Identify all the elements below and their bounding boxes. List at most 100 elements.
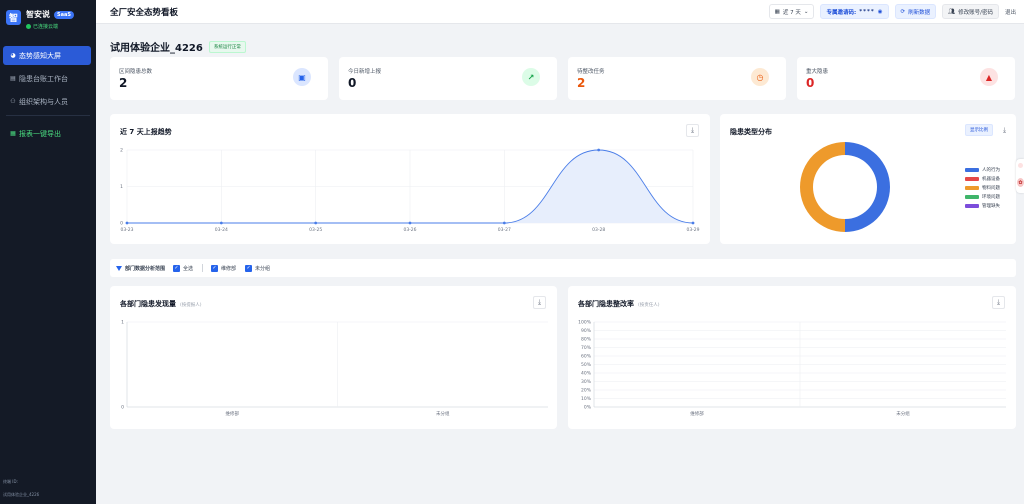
legend-label: 机器设备 <box>982 176 1000 182</box>
trend-point <box>314 221 318 225</box>
clock-icon: ◷ <box>751 68 769 86</box>
change-account-button[interactable]: 👥︎ 修改账号/密码 <box>942 4 999 19</box>
legend-label: 人的行为 <box>982 167 1000 173</box>
refresh-button[interactable]: ⟳ 刷新数据 <box>894 4 937 19</box>
checkbox-maintenance[interactable]: ✓ 维修部 <box>211 264 237 272</box>
legend-swatch <box>965 185 979 190</box>
top-bar-actions: ▦ 近 7 天 ⌄ 专属邀请码: **** ◉ ⟳ 刷新数据 👥︎ 修改账号/密… <box>768 4 1016 19</box>
x-tick-label: 未分组 <box>436 410 450 417</box>
y-tick-label: 100% <box>578 320 592 326</box>
status-dot-icon <box>26 24 31 29</box>
clipboard-icon: ▣ <box>293 68 311 86</box>
show-percent-button[interactable]: 显示比例 <box>965 124 993 136</box>
stat-card-today: 今日新增上报 0 ↗ <box>339 57 557 100</box>
download-icon[interactable]: ⤓ <box>998 124 1011 137</box>
check-icon: ✓ <box>173 264 181 272</box>
y-tick-label: 1 <box>120 184 123 190</box>
pie-legend: 人的行为机器设备物料问题环境问题管理缺失 <box>965 165 1000 210</box>
legend-item[interactable]: 管理缺失 <box>965 201 1000 210</box>
pie-slice <box>800 142 845 232</box>
checkbox-label: 维修部 <box>221 265 237 272</box>
pie-chart <box>800 142 890 232</box>
dept-count-card: 各部门隐患发现量 (按提报人) ⤓ 0 1 维修部 未分组 <box>110 286 557 429</box>
x-tick-label: 维修部 <box>690 410 704 417</box>
checkbox-label: 全选 <box>183 265 194 272</box>
legend-item[interactable]: 机器设备 <box>965 174 1000 183</box>
sidebar-item-org[interactable]: ⚇ 组织架构与人员 <box>3 92 91 111</box>
stat-label: 重大隐患 <box>806 69 829 75</box>
y-tick-label: 30% <box>581 379 592 385</box>
floating-side-tab[interactable]: ✿ <box>1016 159 1024 193</box>
nav-divider <box>6 115 90 116</box>
legend-swatch <box>965 167 979 172</box>
trend-up-icon: ↗ <box>522 68 540 86</box>
document-icon: ▤ <box>10 75 16 82</box>
dept-count-chart: 0 1 维修部 未分组 <box>121 320 548 417</box>
check-icon: ✓ <box>211 264 219 272</box>
trend-point <box>691 221 695 225</box>
logout-button[interactable]: 退出 <box>1005 8 1016 16</box>
warning-icon: ▲ <box>980 68 998 86</box>
date-range-select[interactable]: ▦ 近 7 天 ⌄ <box>768 4 815 19</box>
funnel-icon <box>116 265 122 271</box>
refresh-icon: ⟳ <box>900 8 906 15</box>
sidebar-item-ledger[interactable]: ▤ 隐患台账工作台 <box>3 69 91 88</box>
stat-value: 2 <box>119 76 128 90</box>
user-settings-icon: 👥︎ <box>948 8 956 15</box>
y-tick-label: 1 <box>121 320 124 326</box>
sidebar-item-label: 态势感知大屏 <box>19 51 61 60</box>
legend-label: 环境问题 <box>982 194 1000 200</box>
stat-value: 2 <box>577 76 586 90</box>
checkbox-ungrouped[interactable]: ✓ 未分组 <box>245 264 270 272</box>
eye-icon[interactable]: ◉ <box>878 9 883 15</box>
filter-separator <box>202 264 204 272</box>
brand-name-text: 智安说 <box>26 10 50 19</box>
dept-rate-card: 各部门隐患整改率 (按责任人) ⤓ 0% 10% 20% 30% 40% 50% 60% 70%… <box>568 286 1016 429</box>
invite-code-value: **** <box>859 8 875 15</box>
refresh-label: 刷新数据 <box>908 9 931 16</box>
help-icon[interactable]: ✿ <box>1017 178 1024 187</box>
y-tick-label: 0 <box>120 221 123 227</box>
sidebar-footer: 终端 ID: 试用体验企业_4226 <box>3 479 39 498</box>
legend-swatch <box>965 176 979 181</box>
x-tick-label: 03-27 <box>498 227 511 233</box>
checkbox-select-all[interactable]: ✓ 全选 <box>173 264 194 272</box>
stat-value: 0 <box>348 76 357 90</box>
filter-label: 部门数据分析范围 <box>116 265 165 272</box>
pie-slice <box>845 142 890 232</box>
x-tick-label: 03-26 <box>403 227 416 233</box>
trend-card: 近 7 天上报趋势 ⤓ 0 1 2 03-23 03-24 03-25 03-26 03-27… <box>110 114 710 244</box>
brand-name: 智安说 SaaS <box>26 9 74 20</box>
y-tick-label: 50% <box>581 362 592 368</box>
invite-code-label: 专属邀请码: <box>826 9 857 16</box>
stat-label: 区间隐患总数 <box>119 69 153 75</box>
filter-label-text: 部门数据分析范围 <box>125 265 166 272</box>
brand-logo: 智 <box>6 10 21 25</box>
sidebar-item-label: 组织架构与人员 <box>19 97 68 106</box>
y-tick-label: 20% <box>581 388 592 394</box>
stat-card-major: 重大隐患 0 ▲ <box>797 57 1015 100</box>
dept-rate-chart: 0% 10% 20% 30% 40% 50% 60% 70% 80% 90% 100% 维修部 未分组 <box>578 320 1006 417</box>
connection-status: 已连接云端 <box>26 23 74 30</box>
x-tick-label: 03-23 <box>120 227 133 233</box>
legend-label: 管理缺失 <box>982 203 1000 209</box>
invite-code-field[interactable]: 专属邀请码: **** ◉ <box>820 4 889 19</box>
bell-icon <box>1018 163 1023 168</box>
x-tick-label: 维修部 <box>226 410 240 417</box>
y-tick-label: 60% <box>581 354 592 360</box>
trend-point <box>502 221 506 225</box>
footer-account: 试用体验企业_4226 <box>3 492 40 497</box>
y-tick-label: 70% <box>581 345 592 351</box>
x-tick-label: 03-25 <box>309 227 322 233</box>
calendar-icon: ▦ <box>774 8 780 15</box>
change-account-label: 修改账号/密码 <box>958 9 993 16</box>
legend-item[interactable]: 物料问题 <box>965 183 1000 192</box>
legend-item[interactable]: 人的行为 <box>965 165 1000 174</box>
date-range-label: 近 7 天 <box>782 9 801 16</box>
sidebar-item-export[interactable]: ▦ 报表一键导出 <box>3 124 91 143</box>
legend-item[interactable]: 环境问题 <box>965 192 1000 201</box>
y-tick-label: 0% <box>584 405 592 411</box>
x-tick-label: 03-29 <box>686 227 699 233</box>
legend-label: 物料问题 <box>982 185 1000 191</box>
sidebar-item-dashboard[interactable]: ◕ 态势感知大屏 <box>3 46 91 65</box>
